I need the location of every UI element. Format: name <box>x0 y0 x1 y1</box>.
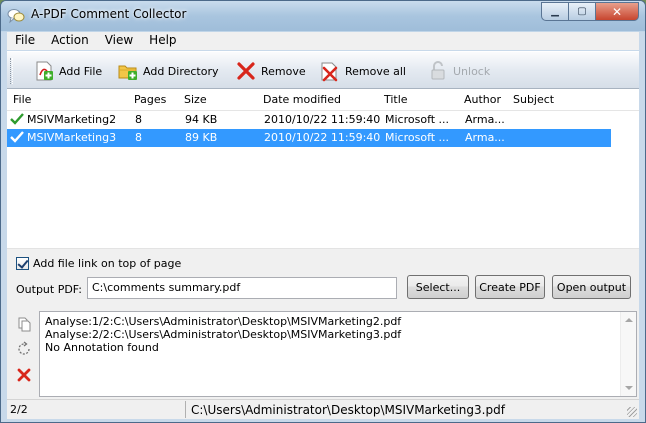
resize-grip[interactable] <box>627 407 637 417</box>
cell-author: Arma... <box>465 113 505 126</box>
remove-all-button[interactable]: Remove all <box>319 60 406 82</box>
add-directory-label: Add Directory <box>143 64 219 78</box>
log-tools <box>7 311 39 399</box>
comment-collector-icon <box>7 8 25 24</box>
column-date-modified[interactable]: Date modified <box>263 93 341 106</box>
column-author[interactable]: Author <box>464 93 501 106</box>
remove-button[interactable]: Remove <box>235 60 306 82</box>
cell-title: Microsoft ... <box>385 131 450 144</box>
add-file-link-label: Add file link on top of page <box>33 257 182 270</box>
open-output-button[interactable]: Open output <box>552 275 631 299</box>
unlock-icon <box>427 60 449 82</box>
toolbar-grip[interactable] <box>10 58 13 84</box>
remove-all-label: Remove all <box>345 64 406 78</box>
add-file-button[interactable]: Add File <box>33 60 102 82</box>
minimize-button[interactable]: ▁ <box>541 2 568 21</box>
refresh-icon[interactable] <box>16 341 32 357</box>
column-file[interactable]: File <box>13 93 31 106</box>
close-button[interactable]: ✕ <box>595 2 639 21</box>
toolbar: Add File Add Directory Remove Remove all… <box>7 51 639 89</box>
status-path: C:\Users\Administrator\Desktop\MSIVMarke… <box>191 403 505 417</box>
file-list[interactable]: File Pages Size Date modified Title Auth… <box>7 89 639 249</box>
remove-icon <box>235 60 257 82</box>
checkmark-icon <box>9 130 25 144</box>
minimize-icon: ▁ <box>551 6 559 17</box>
add-file-label: Add File <box>59 64 103 78</box>
add-file-link-option[interactable]: Add file link on top of page <box>16 257 181 270</box>
output-pdf-field[interactable]: C:\comments summary.pdf <box>87 277 397 299</box>
cell-pages: 8 <box>135 113 142 126</box>
cell-title: Microsoft ... <box>385 113 450 126</box>
column-size[interactable]: Size <box>184 93 207 106</box>
table-row[interactable]: MSIVMarketing2 8 94 KB 2010/10/22 11:59:… <box>7 111 611 129</box>
table-row[interactable]: MSIVMarketing3 8 89 KB 2010/10/22 11:59:… <box>7 129 611 147</box>
log-line: No Annotation found <box>45 341 159 354</box>
log-line: Analyse:2/2:C:\Users\Administrator\Deskt… <box>45 328 402 341</box>
window-title: A-PDF Comment Collector <box>31 7 187 21</box>
remove-label: Remove <box>261 64 306 78</box>
app-window: A-PDF Comment Collector ▁ ▢ ✕ File Actio… <box>0 0 646 423</box>
menu-view[interactable]: View <box>97 32 141 50</box>
menu-file[interactable]: File <box>7 32 43 50</box>
client-area: File Pages Size Date modified Title Auth… <box>7 89 639 399</box>
checkmark-icon <box>9 112 25 126</box>
cell-file: MSIVMarketing3 <box>27 131 117 144</box>
menu-action[interactable]: Action <box>43 32 97 50</box>
cell-date: 2010/10/22 11:59:40 <box>264 113 381 126</box>
clear-icon[interactable] <box>16 367 32 383</box>
add-directory-button[interactable]: Add Directory <box>117 60 219 82</box>
select-button[interactable]: Select... <box>407 275 469 299</box>
close-icon: ✕ <box>611 4 623 19</box>
status-bar: 2/2 C:\Users\Administrator\Desktop\MSIVM… <box>7 399 639 419</box>
cell-author: Arma... <box>465 131 505 144</box>
log-output[interactable]: Analyse:1/2:C:\Users\Administrator\Deskt… <box>39 311 637 397</box>
status-divider <box>185 401 186 418</box>
status-count: 2/2 <box>10 403 28 416</box>
cell-date: 2010/10/22 11:59:40 <box>264 131 381 144</box>
scroll-up-icon[interactable] <box>625 318 633 322</box>
file-list-header: File Pages Size Date modified Title Auth… <box>7 89 639 111</box>
maximize-button[interactable]: ▢ <box>568 2 595 21</box>
remove-all-icon <box>319 60 341 82</box>
add-file-link-checkbox[interactable] <box>16 257 29 270</box>
title-bar[interactable]: A-PDF Comment Collector ▁ ▢ ✕ <box>1 1 645 31</box>
column-subject[interactable]: Subject <box>513 93 554 106</box>
scroll-down-icon[interactable] <box>625 386 633 390</box>
menu-help[interactable]: Help <box>141 32 184 50</box>
maximize-icon: ▢ <box>577 6 587 17</box>
unlock-button[interactable]: Unlock <box>427 60 490 82</box>
cell-size: 89 KB <box>185 131 218 144</box>
cell-pages: 8 <box>135 131 142 144</box>
copy-icon[interactable] <box>16 316 32 332</box>
column-pages[interactable]: Pages <box>134 93 166 106</box>
add-directory-icon <box>117 60 139 82</box>
create-pdf-button[interactable]: Create PDF <box>475 275 545 299</box>
unlock-label: Unlock <box>453 64 491 78</box>
log-line: Analyse:1/2:C:\Users\Administrator\Deskt… <box>45 315 402 328</box>
cell-file: MSIVMarketing2 <box>27 113 117 126</box>
column-title[interactable]: Title <box>384 93 408 106</box>
cell-size: 94 KB <box>185 113 218 126</box>
add-file-icon <box>33 60 55 82</box>
output-pdf-label: Output PDF: <box>16 283 82 296</box>
log-scrollbar[interactable] <box>620 312 636 396</box>
menu-bar: File Action View Help <box>7 32 639 50</box>
